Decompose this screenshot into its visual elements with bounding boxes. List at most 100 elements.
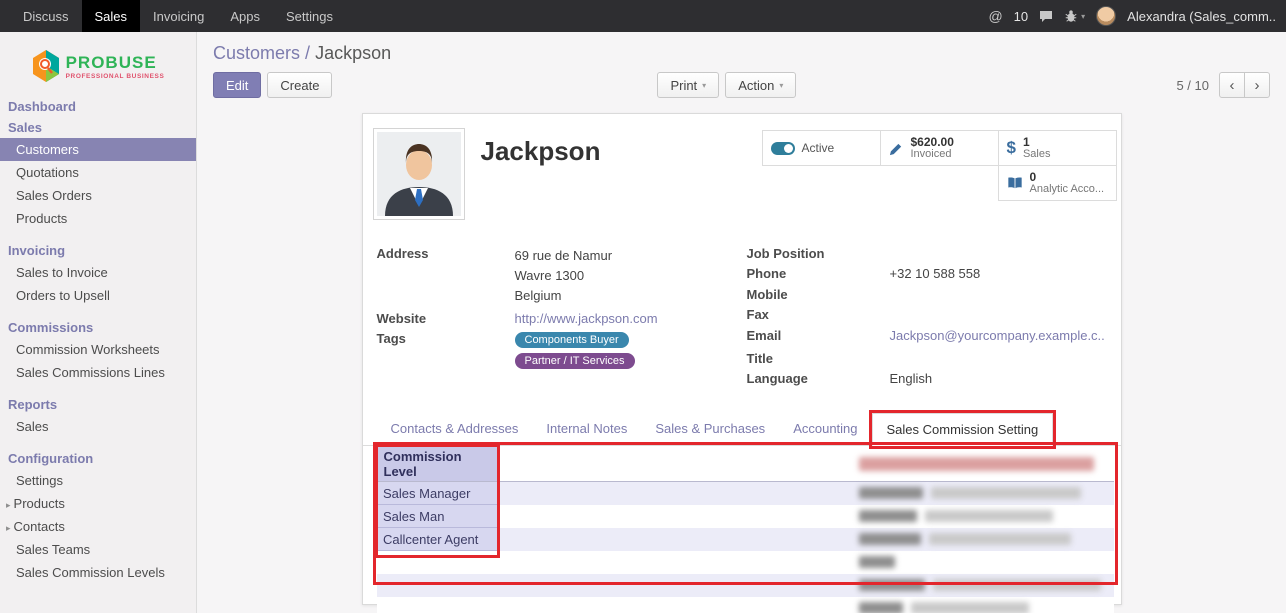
empty-cell <box>377 574 497 597</box>
commission-row-callcenter-agent[interactable]: Callcenter Agent <box>377 528 1114 551</box>
fax-field: Fax <box>747 307 1113 322</box>
user-avatar[interactable] <box>1096 6 1116 26</box>
control-panel: Edit Create Print▾ Action▾ 5 / 10 ‹ › <box>197 66 1286 106</box>
invoiced-stat-button[interactable]: $620.00 Invoiced <box>880 130 999 166</box>
mobile-field: Mobile <box>747 287 1113 302</box>
sidebar-item-config-contacts[interactable]: ▸Contacts <box>0 515 196 538</box>
mentions-icon[interactable]: @ <box>988 8 1002 24</box>
email-field: Email Jackpson@yourcompany.example.c.. <box>747 328 1113 343</box>
empty-cell <box>377 597 497 613</box>
customer-photo[interactable] <box>373 128 465 220</box>
commission-row-empty[interactable] <box>377 597 1114 613</box>
redacted-value <box>929 533 1071 545</box>
print-dropdown-button[interactable]: Print▾ <box>657 72 719 98</box>
website-link[interactable]: http://www.jackpson.com <box>515 311 658 326</box>
sales-stat-button[interactable]: $ 1 Sales <box>998 130 1117 166</box>
top-menu-settings[interactable]: Settings <box>273 0 346 32</box>
sidebar-item-reports-sales[interactable]: Sales <box>0 415 196 438</box>
top-menu-sales[interactable]: Sales <box>82 0 141 32</box>
commission-table: Commission Level Sales Manager Sales M <box>377 446 1114 613</box>
pager-previous-button[interactable]: ‹ <box>1219 72 1245 98</box>
sales-count-value: 1 <box>1023 136 1051 148</box>
logo-subtitle: PROFESSIONAL BUSINESS <box>66 73 165 80</box>
address-label: Address <box>377 246 515 306</box>
sidebar-item-sales-to-invoice[interactable]: Sales to Invoice <box>0 261 196 284</box>
tab-contacts-addresses[interactable]: Contacts & Addresses <box>377 413 533 445</box>
redacted-cell <box>853 528 1114 551</box>
tab-internal-notes[interactable]: Internal Notes <box>532 413 641 445</box>
user-menu[interactable]: Alexandra (Sales_comm.. <box>1127 9 1276 24</box>
tab-accounting[interactable]: Accounting <box>779 413 871 445</box>
debug-bug-icon[interactable]: ▾ <box>1064 9 1085 23</box>
messages-icon[interactable] <box>1039 10 1053 22</box>
commission-level-column-header[interactable]: Commission Level <box>377 447 497 482</box>
action-label: Action <box>738 78 774 93</box>
sidebar-item-sales-commissions-lines[interactable]: Sales Commissions Lines <box>0 361 196 384</box>
breadcrumb-separator: / <box>305 43 310 63</box>
sidebar-section-dashboard[interactable]: Dashboard <box>0 96 196 117</box>
commission-row-sales-manager[interactable]: Sales Manager <box>377 482 1114 505</box>
empty-cell <box>497 528 853 551</box>
sidebar-item-sales-commission-levels[interactable]: Sales Commission Levels <box>0 561 196 584</box>
sidebar-section-sales[interactable]: Sales <box>0 117 196 138</box>
action-dropdown-button[interactable]: Action▾ <box>725 72 796 98</box>
redacted-value <box>859 487 923 499</box>
top-menu-list: Discuss Sales Invoicing Apps Settings <box>10 0 346 32</box>
sidebar-item-orders-to-upsell[interactable]: Orders to Upsell <box>0 284 196 307</box>
pager-counter: 5 / 10 <box>1176 78 1209 93</box>
sidebar-item-customers[interactable]: Customers <box>0 138 196 161</box>
sidebar-section-invoicing[interactable]: Invoicing <box>0 240 196 261</box>
commission-row-sales-man[interactable]: Sales Man <box>377 505 1114 528</box>
app-logo[interactable]: PROBUSE PROFESSIONAL BUSINESS <box>0 32 196 96</box>
invoiced-value: $620.00 <box>911 136 954 148</box>
toggle-on-icon <box>771 142 795 155</box>
language-value: English <box>890 371 933 386</box>
app-window: Discuss Sales Invoicing Apps Settings @ … <box>0 0 1286 613</box>
sales-count-label: Sales <box>1023 148 1051 160</box>
pager-next-button[interactable]: › <box>1244 72 1270 98</box>
sidebar-section-configuration[interactable]: Configuration <box>0 448 196 469</box>
empty-column-header <box>497 447 853 482</box>
empty-cell <box>497 505 853 528</box>
record-sheet: Jackpson Active $620.00 Invoiced $ <box>362 113 1122 605</box>
invoiced-label: Invoiced <box>911 148 954 160</box>
sidebar-item-products[interactable]: Products <box>0 207 196 230</box>
breadcrumb-customers-link[interactable]: Customers <box>213 43 300 63</box>
active-toggle-button[interactable]: Active <box>762 130 881 166</box>
commission-row-empty[interactable] <box>377 551 1114 574</box>
email-link[interactable]: Jackpson@yourcompany.example.c.. <box>890 328 1105 343</box>
sidebar: PROBUSE PROFESSIONAL BUSINESS Dashboard … <box>0 32 197 613</box>
sidebar-item-config-products[interactable]: ▸Products <box>0 492 196 515</box>
top-menu-apps[interactable]: Apps <box>217 0 273 32</box>
analytic-stat-button[interactable]: 0 Analytic Acco... <box>998 165 1117 201</box>
top-menu-invoicing[interactable]: Invoicing <box>140 0 217 32</box>
tab-sales-commission-setting[interactable]: Sales Commission Setting <box>872 413 1054 446</box>
create-button[interactable]: Create <box>267 72 332 98</box>
empty-cell <box>497 574 853 597</box>
redacted-column-header <box>853 447 1114 482</box>
sidebar-item-sales-orders[interactable]: Sales Orders <box>0 184 196 207</box>
debug-caret-icon: ▾ <box>1081 12 1085 21</box>
sidebar-item-sales-teams[interactable]: Sales Teams <box>0 538 196 561</box>
redacted-header-value <box>859 457 1094 471</box>
logo-text: PROBUSE PROFESSIONAL BUSINESS <box>66 53 165 80</box>
mention-count-badge[interactable]: 10 <box>1014 9 1028 24</box>
sidebar-item-commission-worksheets[interactable]: Commission Worksheets <box>0 338 196 361</box>
sidebar-item-settings[interactable]: Settings <box>0 469 196 492</box>
commission-table-wrap: Commission Level Sales Manager Sales M <box>377 446 1114 613</box>
redacted-value <box>933 579 1101 591</box>
address-line-1: 69 rue de Namur <box>515 246 613 266</box>
edit-button[interactable]: Edit <box>213 72 261 98</box>
pager-buttons: ‹ › <box>1219 72 1270 98</box>
redacted-cell <box>853 597 1114 613</box>
sidebar-section-reports[interactable]: Reports <box>0 394 196 415</box>
redacted-cell <box>853 551 1114 574</box>
address-line-2: Wavre 1300 <box>515 266 613 286</box>
tag-partner-it-services: Partner / IT Services <box>515 353 635 369</box>
tab-sales-purchases[interactable]: Sales & Purchases <box>641 413 779 445</box>
top-menu-discuss[interactable]: Discuss <box>10 0 82 32</box>
sidebar-section-commissions[interactable]: Commissions <box>0 317 196 338</box>
top-navbar: Discuss Sales Invoicing Apps Settings @ … <box>0 0 1286 32</box>
commission-row-empty[interactable] <box>377 574 1114 597</box>
sidebar-item-quotations[interactable]: Quotations <box>0 161 196 184</box>
